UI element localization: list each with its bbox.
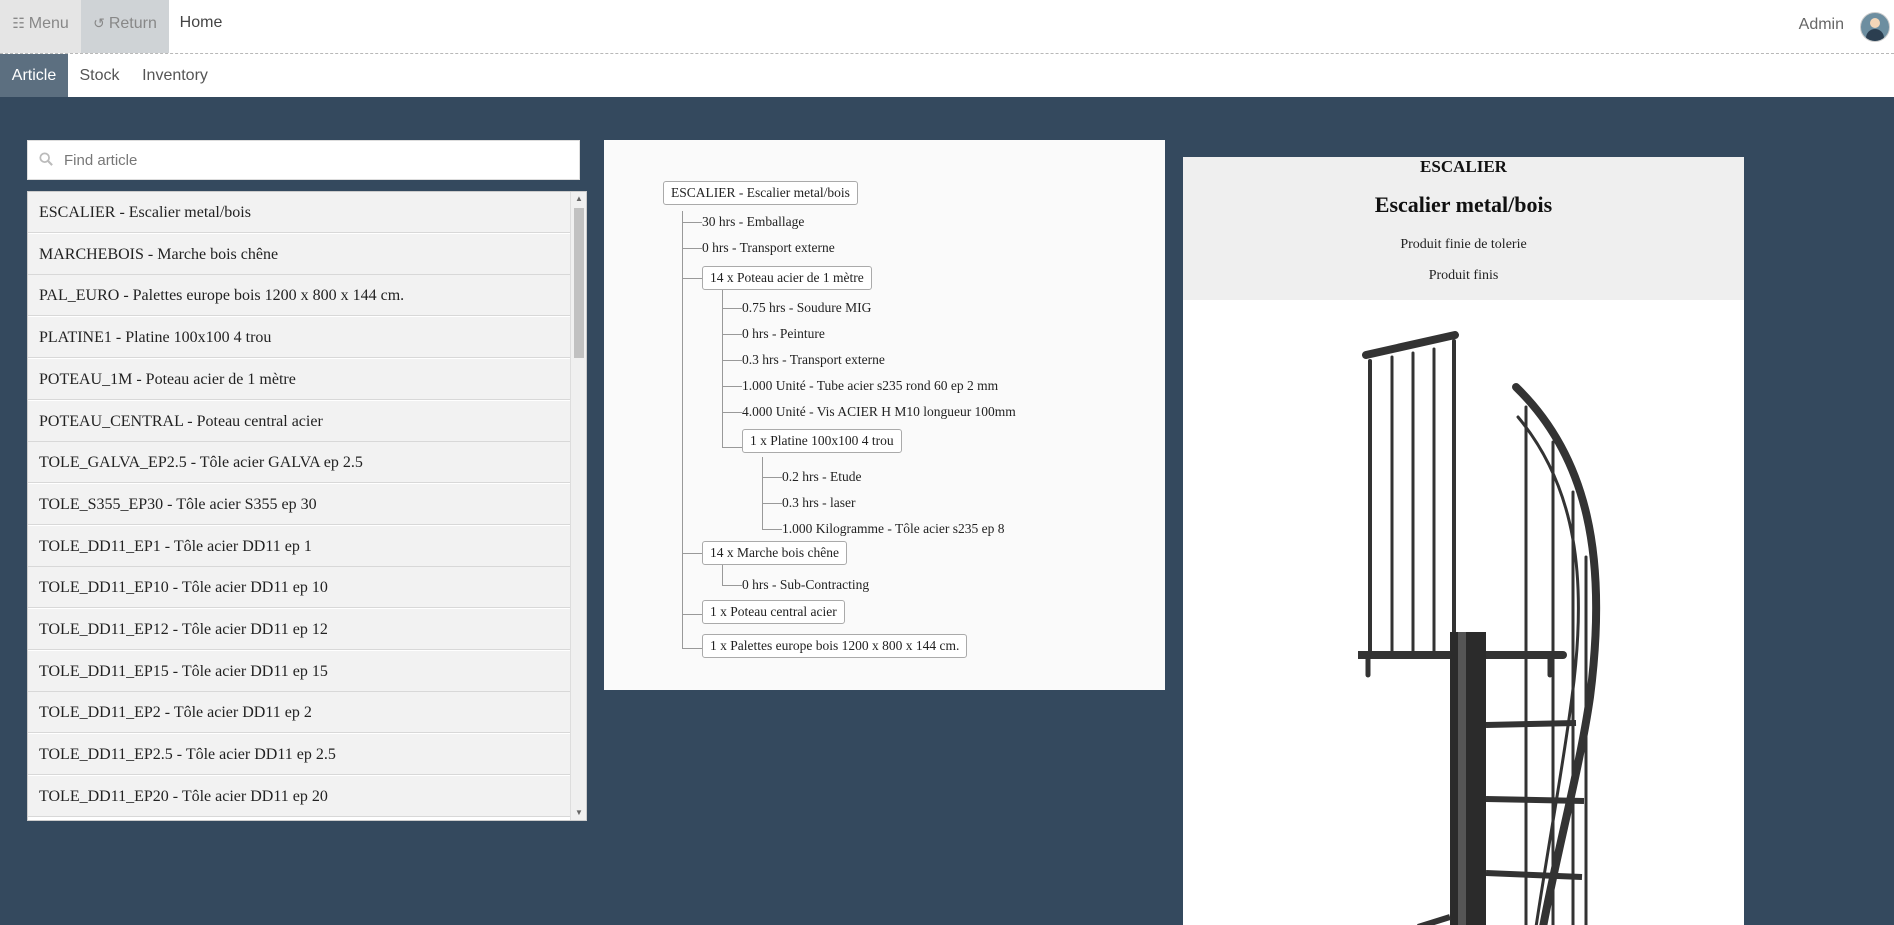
article-detail: ESCALIER Escalier metal/bois Produit fin… (1183, 157, 1744, 925)
tree-node-marche[interactable]: 14 x Marche bois chêne (702, 541, 847, 565)
tree-node-platine[interactable]: 1 x Platine 100x100 4 trou (742, 429, 902, 453)
tree-node: 30 hrs - Emballage (702, 214, 805, 229)
scroll-thumb[interactable] (574, 208, 584, 358)
list-item[interactable]: POTEAU_1M - Poteau acier de 1 mètre (28, 358, 571, 400)
tree-node: 0 hrs - Transport externe (702, 240, 835, 255)
list-item[interactable]: MARCHEBOIS - Marche bois chêne (28, 233, 571, 275)
tab-stock[interactable]: Stock (68, 54, 131, 97)
list-item[interactable]: TOLE_GALVA_EP2.5 - Tôle acier GALVA ep 2… (28, 442, 571, 484)
tree-node-poteau-central[interactable]: 1 x Poteau central acier (702, 600, 845, 624)
list-scrollbar[interactable]: ▲ ▼ (570, 192, 586, 820)
scroll-up-icon[interactable]: ▲ (571, 192, 586, 206)
article-search (27, 140, 580, 180)
article-code: ESCALIER (1420, 157, 1507, 176)
list-item[interactable]: TOLE_DD11_EP1 - Tôle acier DD11 ep 1 (28, 525, 571, 567)
detail-header: ESCALIER Escalier metal/bois Produit fin… (1183, 157, 1744, 300)
search-input[interactable] (64, 141, 564, 179)
menu-button[interactable]: ☷ Menu (0, 0, 81, 53)
return-label: Return (108, 15, 157, 32)
tree-node: 0.3 hrs - laser (782, 495, 856, 510)
tab-bar: Article Stock Inventory (0, 54, 1894, 97)
list-item[interactable]: TOLE_DD11_EP10 - Tôle acier DD11 ep 10 (28, 567, 571, 609)
list-item[interactable]: TOLE_DD11_EP2 - Tôle acier DD11 ep 2 (28, 692, 571, 734)
refresh-icon: ↺ (93, 15, 105, 31)
list-item[interactable]: TOLE_DD11_EP2.5 - Tôle acier DD11 ep 2.5 (28, 734, 571, 776)
tree-node: 0.2 hrs - Etude (782, 469, 862, 484)
list-item[interactable]: PLATINE1 - Platine 100x100 4 trou (28, 317, 571, 359)
user-name[interactable]: Admin (1799, 16, 1844, 34)
home-link[interactable]: Home (169, 0, 233, 53)
list-item[interactable]: TOLE_DD11_EP15 - Tôle acier DD11 ep 15 (28, 650, 571, 692)
bom-tree: ESCALIER - Escalier metal/bois 30 hrs - … (604, 140, 1165, 690)
article-image (1358, 331, 1601, 925)
list-item[interactable]: ESCALIER - Escalier metal/bois (28, 192, 571, 233)
search-icon (39, 152, 53, 166)
list-item[interactable]: POTEAU_CENTRAL - Poteau central acier (28, 400, 571, 442)
menu-label: Menu (28, 15, 69, 32)
avatar[interactable] (1860, 12, 1890, 42)
tree-root[interactable]: ESCALIER - Escalier metal/bois (663, 181, 858, 205)
tree-node: 0 hrs - Peinture (742, 326, 825, 341)
tab-article[interactable]: Article (0, 54, 68, 97)
article-name: Escalier metal/bois (1374, 192, 1553, 217)
scroll-down-icon[interactable]: ▼ (571, 806, 586, 820)
article-list: ESCALIER - Escalier metal/bois MARCHEBOI… (27, 191, 587, 821)
tree-node-palettes[interactable]: 1 x Palettes europe bois 1200 x 800 x 14… (702, 634, 968, 658)
article-description: Produit finie de tolerie (1400, 237, 1527, 252)
menu-icon: ☷ (12, 15, 25, 31)
list-item[interactable]: TOLE_DD11_EP12 - Tôle acier DD11 ep 12 (28, 609, 571, 650)
tree-node: 0.3 hrs - Transport externe (742, 352, 885, 367)
list-item[interactable]: TOLE_DD11_EP20 - Tôle acier DD11 ep 20 (28, 775, 571, 817)
tree-node: 1.000 Kilogramme - Tôle acier s235 ep 8 (782, 521, 1005, 536)
top-bar: ☷ Menu ↺ Return Home Admin (0, 0, 1894, 54)
tree-node: 0.75 hrs - Soudure MIG (742, 300, 872, 315)
list-item[interactable]: TOLE_S355_EP30 - Tôle acier S355 ep 30 (28, 483, 571, 525)
list-item[interactable]: PAL_EURO - Palettes europe bois 1200 x 8… (28, 275, 571, 317)
tab-inventory[interactable]: Inventory (131, 54, 219, 97)
article-category: Produit finis (1428, 268, 1499, 283)
tree-node-poteau[interactable]: 14 x Poteau acier de 1 mètre (702, 266, 872, 290)
tree-node: 0 hrs - Sub-Contracting (742, 577, 870, 592)
tree-node: 4.000 Unité - Vis ACIER H M10 longueur 1… (742, 404, 1016, 419)
return-button[interactable]: ↺ Return (81, 0, 169, 53)
tree-node: 1.000 Unité - Tube acier s235 rond 60 ep… (742, 378, 999, 393)
